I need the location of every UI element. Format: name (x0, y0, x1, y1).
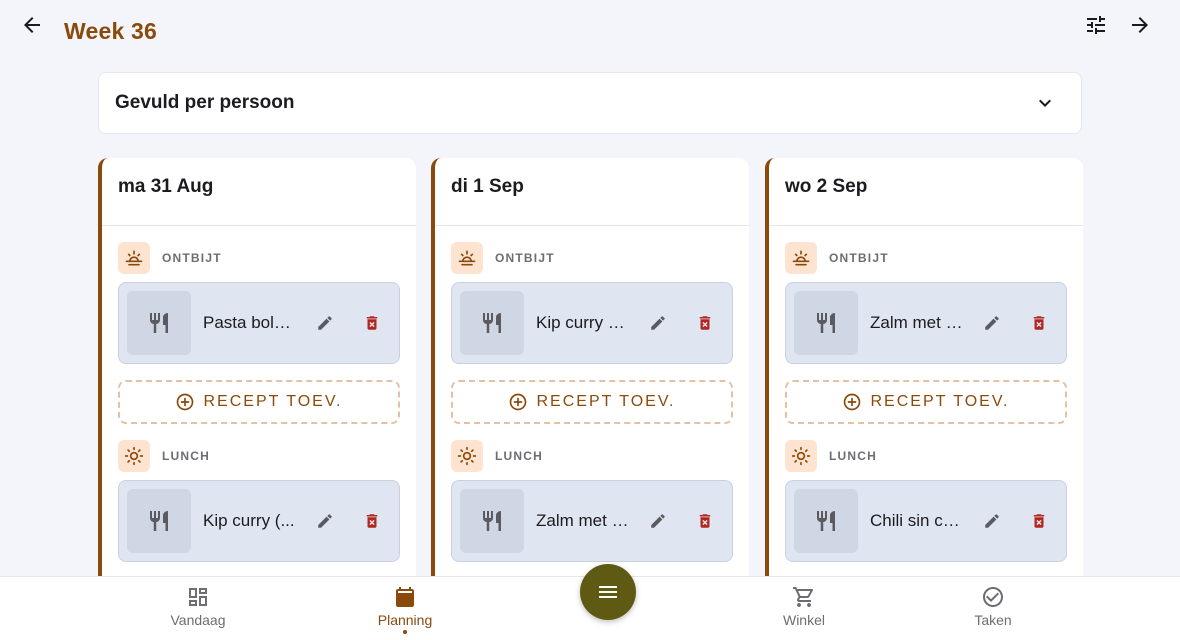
meal-header: ONTBIJT (118, 242, 400, 274)
menu-icon (599, 586, 617, 598)
day-column: ma 31 Aug ONTBIJT Pasta bolo... RECEPT T… (98, 158, 416, 598)
page-title: Week 36 (64, 18, 158, 44)
add-recipe-label: RECEPT TOEV. (536, 393, 676, 410)
recipe-card[interactable]: Zalm met b... (451, 480, 733, 562)
nav-item-shop[interactable]: Winkel (754, 585, 854, 637)
meal-type-label: LUNCH (829, 449, 877, 463)
nav-label-tasks: Taken (974, 612, 1012, 628)
active-indicator (403, 630, 407, 634)
delete-trash-icon[interactable] (354, 501, 391, 541)
nav-item-today[interactable]: Vandaag (148, 585, 248, 637)
add-circle-icon (508, 392, 536, 412)
shopping-cart-icon (793, 587, 814, 607)
cutlery-icon (127, 291, 191, 355)
day-heading: ma 31 Aug (102, 158, 416, 226)
meal-header: LUNCH (118, 440, 400, 472)
portion-filter-dropdown[interactable]: Gevuld per persoon (98, 72, 1082, 134)
meal-type-label: ONTBIJT (829, 251, 889, 265)
calendar-icon (396, 587, 414, 607)
meal-type-label: ONTBIJT (162, 251, 222, 265)
recipe-name: Zalm met b... (536, 511, 630, 530)
app-header: Week 36 (0, 0, 1180, 64)
cutlery-icon (460, 489, 524, 553)
meal-type-label: LUNCH (495, 449, 543, 463)
edit-pencil-icon[interactable] (639, 303, 676, 343)
meal-section: ONTBIJT Kip curry (S) RECEPT TOEV. (435, 242, 749, 424)
meal-section: LUNCH Chili sin ca... (769, 440, 1083, 562)
meal-section: LUNCH Kip curry (... (102, 440, 416, 562)
delete-trash-icon[interactable] (687, 501, 724, 541)
cutlery-icon (794, 291, 858, 355)
tune-icon[interactable] (1076, 5, 1116, 45)
sunrise-icon (451, 242, 483, 274)
forward-arrow-icon[interactable] (1120, 5, 1160, 45)
nav-label-shop: Winkel (782, 612, 825, 628)
nav-item-tasks[interactable]: Taken (943, 585, 1043, 637)
dashboard-icon (189, 588, 207, 606)
day-heading: di 1 Sep (435, 158, 749, 226)
chevron-down-icon (1039, 99, 1051, 107)
cutlery-icon (127, 489, 191, 553)
add-recipe-label: RECEPT TOEV. (870, 393, 1010, 410)
add-recipe-button[interactable]: RECEPT TOEV. (785, 380, 1067, 424)
meal-section: ONTBIJT Zalm met b... RECEPT TOEV. (769, 242, 1083, 424)
recipe-name: Chili sin ca... (870, 511, 964, 530)
sun-icon (785, 440, 817, 472)
nav-label-planning: Planning (377, 612, 433, 628)
delete-trash-icon[interactable] (1021, 303, 1058, 343)
sunrise-icon (118, 242, 150, 274)
day-column: di 1 Sep ONTBIJT Kip curry (S) RECEPT TO… (431, 158, 749, 598)
sun-icon (451, 440, 483, 472)
add-recipe-button[interactable]: RECEPT TOEV. (451, 380, 733, 424)
day-heading: wo 2 Sep (769, 158, 1083, 226)
meal-header: LUNCH (451, 440, 733, 472)
add-recipe-label: RECEPT TOEV. (203, 393, 343, 410)
back-arrow-icon[interactable] (12, 5, 52, 45)
cutlery-icon (794, 489, 858, 553)
meal-header: ONTBIJT (785, 242, 1067, 274)
recipe-card[interactable]: Kip curry (... (118, 480, 400, 562)
edit-pencil-icon[interactable] (639, 501, 676, 541)
meal-section: LUNCH Zalm met b... (435, 440, 749, 562)
recipe-card[interactable]: Zalm met b... (785, 282, 1067, 364)
delete-trash-icon[interactable] (687, 303, 724, 343)
recipe-name: Kip curry (S) (536, 313, 630, 332)
recipe-card[interactable]: Chili sin ca... (785, 480, 1067, 562)
sun-icon (118, 440, 150, 472)
recipe-card[interactable]: Pasta bolo... (118, 282, 400, 364)
edit-pencil-icon[interactable] (973, 501, 1010, 541)
cutlery-icon (460, 291, 524, 355)
menu-fab[interactable] (580, 564, 636, 620)
meal-section: ONTBIJT Pasta bolo... RECEPT TOEV. (102, 242, 416, 424)
recipe-card[interactable]: Kip curry (S) (451, 282, 733, 364)
edit-pencil-icon[interactable] (306, 501, 343, 541)
meal-header: ONTBIJT (451, 242, 733, 274)
nav-item-planning[interactable]: Planning (355, 585, 455, 637)
add-circle-icon (175, 392, 203, 412)
add-circle-icon (842, 392, 870, 412)
edit-pencil-icon[interactable] (306, 303, 343, 343)
nav-label-today: Vandaag (170, 612, 226, 628)
add-recipe-button[interactable]: RECEPT TOEV. (118, 380, 400, 424)
delete-trash-icon[interactable] (354, 303, 391, 343)
dropdown-label: Gevuld per persoon (115, 92, 295, 113)
recipe-name: Zalm met b... (870, 313, 964, 332)
check-circle-icon (983, 587, 1003, 607)
edit-pencil-icon[interactable] (973, 303, 1010, 343)
delete-trash-icon[interactable] (1021, 501, 1058, 541)
day-column: wo 2 Sep ONTBIJT Zalm met b... RECEPT TO… (765, 158, 1083, 598)
meal-type-label: LUNCH (162, 449, 210, 463)
meal-header: LUNCH (785, 440, 1067, 472)
recipe-name: Kip curry (... (203, 511, 295, 530)
sunrise-icon (785, 242, 817, 274)
recipe-name: Pasta bolo... (203, 313, 297, 332)
meal-type-label: ONTBIJT (495, 251, 555, 265)
